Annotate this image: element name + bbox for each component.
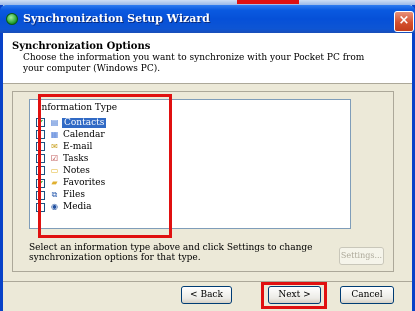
window-title: Synchronization Setup Wizard <box>23 12 210 25</box>
wizard-header: Synchronization Options Choose the infor… <box>3 33 412 84</box>
button-separator <box>3 281 412 282</box>
app-icon <box>6 13 18 25</box>
close-button[interactable]: × <box>394 11 414 32</box>
title-bar[interactable]: Synchronization Setup Wizard × <box>0 5 415 33</box>
page-description: Choose the information you want to synch… <box>23 53 365 74</box>
annotation-highlight-top <box>237 0 299 4</box>
annotation-highlight-list <box>38 94 172 238</box>
cancel-button[interactable]: Cancel <box>340 286 394 304</box>
settings-button[interactable]: Settings... <box>339 247 384 265</box>
annotation-highlight-next <box>261 282 327 309</box>
back-button[interactable]: < Back <box>181 286 232 304</box>
page-title: Synchronization Options <box>12 41 151 52</box>
hint-text: Select an information type above and cli… <box>29 243 313 263</box>
